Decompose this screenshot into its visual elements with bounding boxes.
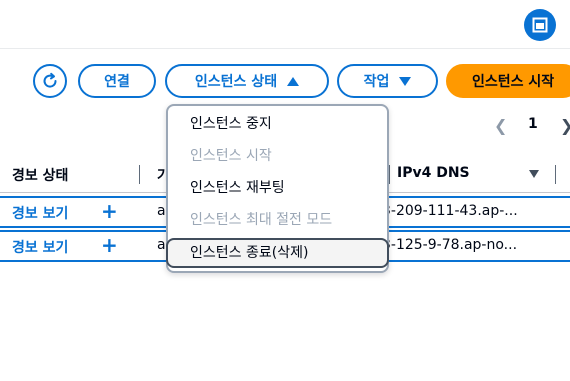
ipv4-dns-cell: 3-125-9-78.ap-no... <box>382 237 518 253</box>
header-alarm-status[interactable]: 경보 상태 <box>12 165 68 185</box>
column-divider[interactable] <box>139 165 140 184</box>
actions-button[interactable]: 작업 <box>337 64 438 98</box>
pagination: ❮ 1 ❯ <box>490 116 570 136</box>
refresh-icon <box>43 72 57 88</box>
caret-down-icon <box>399 76 412 86</box>
caret-up-icon <box>287 76 300 86</box>
instance-state-button[interactable]: 인스턴스 상태 <box>165 64 329 98</box>
instance-state-button-label: 인스턴스 상태 <box>194 74 278 90</box>
plus-icon[interactable]: + <box>101 233 118 257</box>
header-ipv4-dns[interactable]: IPv4 DNS <box>397 165 470 181</box>
chevron-right-icon[interactable]: ❯ <box>560 116 570 135</box>
actions-button-label: 작업 <box>363 74 390 90</box>
launch-instance-button-label: 인스턴스 시작 <box>472 74 555 90</box>
ipv4-dns-cell: 3-209-111-43.ap-... <box>382 203 518 219</box>
chevron-left-icon[interactable]: ❮ <box>494 116 507 135</box>
refresh-button[interactable] <box>33 64 67 98</box>
menu-item-stop-instance[interactable]: 인스턴스 중지 <box>168 109 387 139</box>
sort-icon[interactable] <box>529 170 539 178</box>
table-cell: a <box>157 237 166 253</box>
column-divider[interactable] <box>555 165 556 184</box>
view-alarms-link[interactable]: 경보 보기 <box>12 203 68 223</box>
window-icon-button[interactable] <box>524 9 556 41</box>
window-icon <box>532 17 548 33</box>
instance-state-dropdown: 인스턴스 중지 인스턴스 시작 인스턴스 재부팅 인스턴스 최대 절전 모드 인… <box>166 104 389 273</box>
page-number[interactable]: 1 <box>528 116 538 132</box>
menu-item-start-instance: 인스턴스 시작 <box>190 148 272 164</box>
column-divider[interactable] <box>389 165 390 184</box>
plus-icon[interactable]: + <box>101 199 118 223</box>
view-alarms-link[interactable]: 경보 보기 <box>12 237 68 257</box>
menu-item-terminate-instance[interactable]: 인스턴스 종료(삭제) <box>166 238 389 268</box>
connect-button[interactable]: 연결 <box>78 64 156 98</box>
menu-item-hibernate-instance: 인스턴스 최대 절전 모드 <box>190 212 333 228</box>
top-bar <box>0 0 570 49</box>
connect-button-label: 연결 <box>104 74 130 90</box>
launch-instance-button[interactable]: 인스턴스 시작 <box>446 64 570 98</box>
menu-item-reboot-instance[interactable]: 인스턴스 재부팅 <box>168 173 387 203</box>
table-cell: a <box>157 203 166 219</box>
